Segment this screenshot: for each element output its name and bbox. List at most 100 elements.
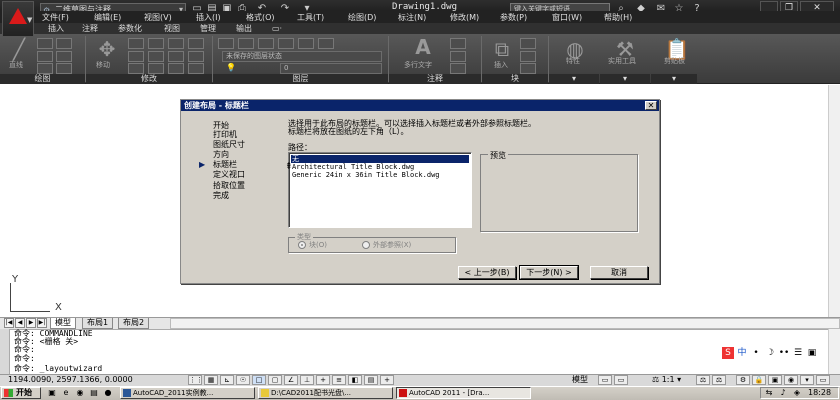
coordinates-readout[interactable]: 1194.0090, 2597.1366, 0.0000 (8, 375, 133, 385)
menu-parametric[interactable]: 参数(P) (500, 12, 527, 23)
panel-layers-title[interactable]: 图层 (213, 74, 388, 84)
panel-block-title[interactable]: 块 (482, 74, 548, 84)
vertical-scrollbar[interactable] (828, 85, 840, 317)
fillet-icon[interactable] (168, 51, 184, 62)
menu-dimension[interactable]: 标注(N) (398, 12, 426, 23)
list-item[interactable]: Generic 24in x 36in Title Block.dwg (291, 171, 469, 179)
tab-insert[interactable]: 插入 (44, 23, 68, 34)
wizard-step-finish[interactable]: 完成 (213, 191, 229, 200)
tab-manage[interactable]: 管理 (196, 23, 220, 34)
menu-file[interactable]: 文件(F) (42, 12, 69, 23)
taskbar-item-folder[interactable]: D:\CAD2011配书光盘\... (258, 387, 393, 399)
type-block-radio[interactable] (298, 241, 306, 249)
polyline-icon[interactable] (37, 38, 53, 49)
sogou-icon[interactable]: S (722, 347, 734, 359)
grid-toggle-icon[interactable]: ▦ (204, 375, 218, 385)
command-window[interactable] (0, 329, 840, 374)
wizard-step-pick-location[interactable]: 拾取位置 (213, 181, 245, 190)
wizard-step-paper-size[interactable]: 图纸尺寸 (213, 140, 245, 149)
leader-icon[interactable] (450, 51, 466, 62)
tray-network-icon[interactable]: ⇆ (763, 388, 775, 398)
ime-toolbar[interactable]: S 中 • ☽ •• ☰ ▣ (722, 347, 826, 359)
menu-modify[interactable]: 修改(M) (450, 12, 479, 23)
rotate-icon[interactable] (128, 38, 144, 49)
tpy-toggle-icon[interactable]: ◧ (348, 375, 362, 385)
panel-annotation-title[interactable]: 注释 (389, 74, 481, 84)
cancel-button[interactable]: 取消 (590, 266, 648, 279)
line-tool-icon[interactable]: ╱ (6, 38, 32, 60)
dialog-title[interactable]: 创建布局 - 标题栏 (181, 100, 659, 111)
ducs-toggle-icon[interactable]: ⊥ (300, 375, 314, 385)
annotation-visibility-icon[interactable]: ⚖ (696, 375, 710, 385)
layer-isolate-icon[interactable] (258, 38, 274, 49)
tray-volume-icon[interactable]: ♪ (777, 388, 789, 398)
menu-window[interactable]: 窗口(W) (552, 12, 582, 23)
type-xref-radio[interactable] (362, 241, 370, 249)
menu-draw[interactable]: 绘图(D) (348, 12, 376, 23)
move-tool-icon[interactable]: ✥ (94, 38, 120, 60)
back-button[interactable]: < 上一步(B) (458, 266, 516, 279)
horizontal-scrollbar[interactable] (170, 318, 840, 329)
region-icon[interactable] (56, 63, 72, 74)
menu-view[interactable]: 视图(V) (144, 12, 172, 23)
status-menu-icon[interactable]: ▾ (800, 375, 814, 385)
trim-icon[interactable] (148, 38, 164, 49)
tab-layout2[interactable]: 布局2 (118, 318, 150, 329)
tab-layout1[interactable]: 布局1 (82, 318, 114, 329)
erase-icon[interactable] (168, 38, 184, 49)
current-layer-select[interactable]: 0 (280, 63, 382, 74)
tab-model[interactable]: 模型 (50, 318, 76, 329)
array-icon[interactable] (168, 63, 184, 74)
menu-insert[interactable]: 插入(I) (196, 12, 221, 23)
isolate-objects-icon[interactable]: ◉ (784, 375, 798, 385)
block-attribute-icon[interactable] (520, 63, 536, 74)
edit-block-icon[interactable] (520, 51, 536, 62)
toolbar-lock-icon[interactable]: 🔒 (752, 375, 766, 385)
first-tab-icon[interactable]: |◀ (4, 318, 14, 328)
next-tab-icon[interactable]: ▶ (26, 318, 36, 328)
hardware-accel-icon[interactable]: ▣ (768, 375, 782, 385)
modify-more-icon[interactable] (188, 63, 204, 74)
snap-toggle-icon[interactable]: ⋮⋮ (188, 375, 203, 385)
command-input[interactable]: 命令: _layoutwizard (14, 365, 102, 373)
tab-view[interactable]: 视图 (160, 23, 184, 34)
command-scrollbar[interactable] (828, 329, 840, 374)
qq-icon[interactable]: ● (102, 388, 114, 398)
panel-draw-title[interactable]: 绘图 (0, 74, 85, 84)
ime-width-icon[interactable]: ☽ (764, 347, 776, 359)
arc-icon[interactable] (37, 63, 53, 74)
desktop-icon[interactable]: ▣ (46, 388, 58, 398)
scale-icon[interactable] (148, 63, 164, 74)
clean-screen-icon[interactable]: ▭ (816, 375, 830, 385)
workspace-switch-icon[interactable]: ⚙ (736, 375, 750, 385)
title-block-list[interactable]: 无 Architectural Title Block.dwg Generic … (288, 152, 472, 228)
otrack-toggle-icon[interactable]: ∠ (284, 375, 298, 385)
dimension-icon[interactable] (450, 38, 466, 49)
sc-toggle-icon[interactable]: + (380, 375, 394, 385)
ime-mode-chinese[interactable]: 中 (736, 347, 748, 359)
panel-modify-title[interactable]: 修改 (86, 74, 212, 84)
prev-tab-icon[interactable]: ◀ (15, 318, 25, 328)
hatch-icon[interactable] (56, 51, 72, 62)
list-item[interactable]: Architectural Title Block.dwg (291, 163, 469, 171)
ime-keyboard-icon[interactable]: ☰ (792, 347, 804, 359)
clipboard-panel-expand[interactable]: ▾ (651, 74, 697, 84)
menu-edit[interactable]: 编辑(E) (94, 12, 121, 23)
layer-states-icon[interactable] (238, 38, 254, 49)
mirror-icon[interactable] (148, 51, 164, 62)
explode-icon[interactable] (188, 38, 204, 49)
tray-security-icon[interactable]: ◈ (791, 388, 803, 398)
dialog-close-button[interactable]: ✕ (645, 101, 657, 110)
mtext-icon[interactable]: A (410, 36, 436, 58)
ortho-toggle-icon[interactable]: ⊾ (220, 375, 234, 385)
menu-tools[interactable]: 工具(T) (297, 12, 324, 23)
ime-punct-icon[interactable]: • (750, 347, 762, 359)
create-block-icon[interactable] (520, 38, 536, 49)
menu-help[interactable]: 帮助(H) (604, 12, 632, 23)
layer-lock-icon[interactable] (318, 38, 334, 49)
polar-toggle-icon[interactable]: ☉ (236, 375, 250, 385)
layer-properties-icon[interactable] (218, 38, 234, 49)
tab-parametric[interactable]: 参数化 (114, 23, 146, 34)
wizard-step-define-viewports[interactable]: 定义视口 (213, 170, 245, 179)
list-item[interactable]: 无 (291, 155, 469, 163)
